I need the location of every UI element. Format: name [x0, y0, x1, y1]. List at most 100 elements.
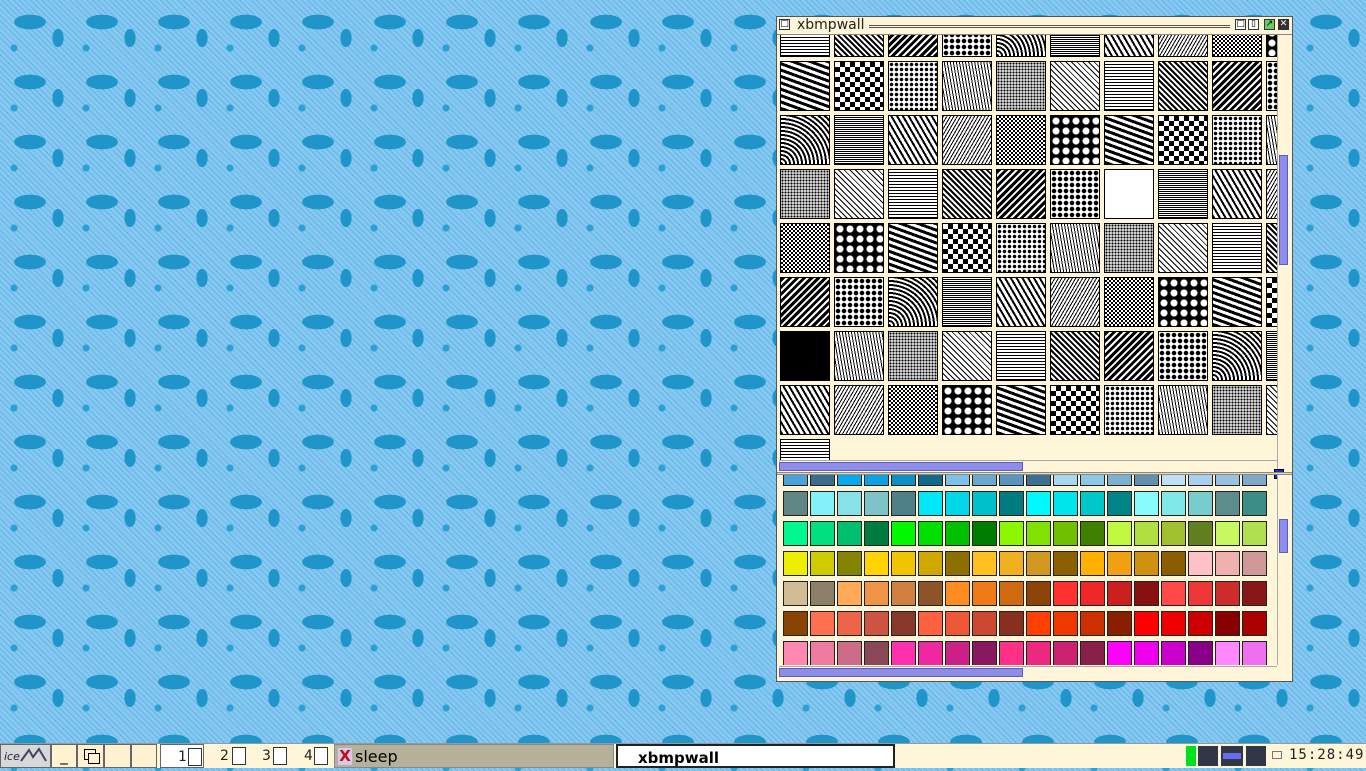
color-swatch[interactable] — [1215, 641, 1240, 665]
pattern-tile[interactable] — [1050, 35, 1100, 57]
color-swatch[interactable] — [972, 551, 997, 576]
color-swatch[interactable] — [864, 475, 889, 486]
color-swatch[interactable] — [1215, 521, 1240, 546]
color-swatch[interactable] — [1242, 491, 1267, 516]
pattern-tile[interactable] — [996, 61, 1046, 111]
pattern-tile[interactable] — [942, 385, 992, 435]
color-swatch[interactable] — [1242, 551, 1267, 576]
pattern-tile[interactable] — [1158, 61, 1208, 111]
pattern-tile[interactable] — [1212, 331, 1262, 381]
pattern-tile[interactable] — [1104, 331, 1154, 381]
pattern-tile[interactable] — [1158, 331, 1208, 381]
color-swatch[interactable] — [1242, 581, 1267, 606]
pattern-tile[interactable] — [1050, 385, 1100, 435]
pattern-tile[interactable] — [888, 277, 938, 327]
color-hscroll-thumb[interactable] — [779, 668, 1023, 677]
pattern-tile[interactable] — [1050, 223, 1100, 273]
color-swatch[interactable] — [1161, 521, 1186, 546]
pattern-tile[interactable] — [780, 35, 830, 57]
minimize-icon[interactable]: □ — [1235, 19, 1246, 30]
pattern-tile[interactable] — [888, 331, 938, 381]
color-swatch[interactable] — [1107, 551, 1132, 576]
color-swatch[interactable] — [999, 491, 1024, 516]
pattern-tile[interactable] — [1212, 385, 1262, 435]
pattern-tile[interactable] — [888, 169, 938, 219]
pattern-tile[interactable] — [1212, 277, 1262, 327]
color-swatch[interactable] — [1080, 641, 1105, 665]
color-vscroll-thumb[interactable] — [1279, 519, 1288, 553]
color-swatch[interactable] — [783, 475, 808, 486]
workspace-3[interactable]: 3 — [250, 744, 294, 768]
mail-icon[interactable] — [1272, 751, 1282, 759]
pattern-tile[interactable] — [942, 115, 992, 165]
color-swatch[interactable] — [810, 551, 835, 576]
color-swatch[interactable] — [1215, 581, 1240, 606]
color-swatch[interactable] — [783, 581, 808, 606]
pattern-tile[interactable] — [834, 331, 884, 381]
color-swatch[interactable] — [1215, 611, 1240, 636]
color-swatch[interactable] — [1188, 491, 1213, 516]
color-swatch[interactable] — [783, 521, 808, 546]
color-swatch[interactable] — [972, 641, 997, 665]
pattern-horizontal-scrollbar[interactable] — [779, 460, 1277, 472]
pattern-tile[interactable] — [1158, 169, 1208, 219]
workspace-2[interactable]: 2 — [206, 744, 250, 768]
window-menu-icon[interactable]: □ — [779, 19, 790, 30]
pattern-tile[interactable] — [1158, 115, 1208, 165]
color-swatch[interactable] — [1053, 611, 1078, 636]
color-swatch[interactable] — [945, 491, 970, 516]
color-swatch[interactable] — [945, 641, 970, 665]
pattern-tile[interactable] — [834, 61, 884, 111]
pattern-vscroll-thumb[interactable] — [1279, 155, 1288, 265]
pattern-tile[interactable] — [780, 277, 830, 327]
color-swatch[interactable] — [918, 641, 943, 665]
color-swatch[interactable] — [810, 521, 835, 546]
pattern-tile[interactable] — [996, 115, 1046, 165]
color-swatch[interactable] — [1053, 641, 1078, 665]
pattern-tile[interactable] — [942, 169, 992, 219]
color-swatch[interactable] — [891, 475, 916, 486]
color-swatch[interactable] — [1215, 475, 1240, 486]
color-swatch[interactable] — [1080, 611, 1105, 636]
color-swatch[interactable] — [918, 521, 943, 546]
color-swatch[interactable] — [1242, 641, 1267, 665]
color-swatch[interactable] — [972, 581, 997, 606]
pattern-tile[interactable] — [780, 223, 830, 273]
net-monitor-icon2[interactable] — [1246, 746, 1266, 766]
color-swatch[interactable] — [945, 475, 970, 486]
color-swatch[interactable] — [1080, 491, 1105, 516]
net-monitor-icon[interactable] — [1198, 746, 1218, 766]
pattern-tile[interactable] — [780, 331, 830, 381]
color-swatch[interactable] — [1242, 611, 1267, 636]
color-swatch[interactable] — [1161, 611, 1186, 636]
color-swatch[interactable] — [1161, 641, 1186, 665]
color-swatch[interactable] — [1053, 491, 1078, 516]
color-swatch[interactable] — [810, 611, 835, 636]
pattern-tile[interactable] — [996, 35, 1046, 57]
icewm-logo-icon[interactable]: ice — [0, 744, 51, 768]
pattern-tile[interactable] — [888, 35, 938, 57]
pattern-tile[interactable] — [1104, 61, 1154, 111]
color-swatch[interactable] — [1188, 611, 1213, 636]
pattern-tile[interactable] — [942, 223, 992, 273]
color-swatch[interactable] — [945, 611, 970, 636]
color-swatch[interactable] — [1107, 641, 1132, 665]
color-swatch[interactable] — [891, 551, 916, 576]
color-swatch[interactable] — [945, 551, 970, 576]
shade-icon[interactable]: ↗ — [1264, 19, 1275, 30]
cpu-monitor-icon[interactable] — [1186, 746, 1196, 766]
pattern-tile[interactable] — [1104, 385, 1154, 435]
color-swatch[interactable] — [864, 491, 889, 516]
color-swatch[interactable] — [810, 491, 835, 516]
color-swatch[interactable] — [1161, 581, 1186, 606]
xbmpwall-window[interactable]: □ xbmpwall □ ▯ ↗ ✕ — [776, 16, 1293, 682]
pattern-tile[interactable] — [834, 35, 884, 57]
color-swatch[interactable] — [837, 491, 862, 516]
pattern-tile[interactable] — [834, 223, 884, 273]
pattern-tile[interactable] — [780, 169, 830, 219]
pattern-tile[interactable] — [888, 115, 938, 165]
blank-button[interactable] — [131, 744, 157, 768]
pattern-tile[interactable] — [1212, 35, 1262, 57]
pattern-tile[interactable] — [942, 331, 992, 381]
pattern-tile[interactable] — [1104, 115, 1154, 165]
